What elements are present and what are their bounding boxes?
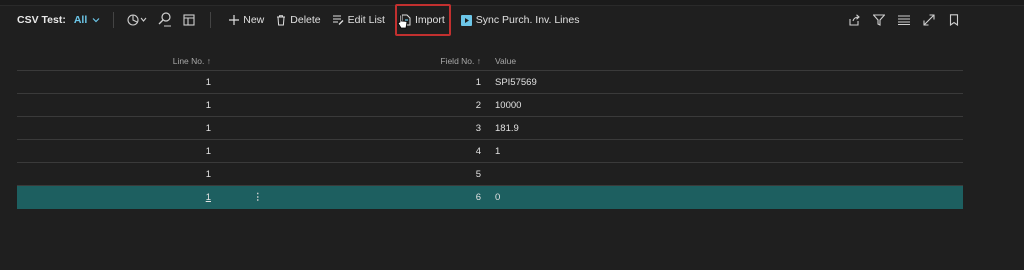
list-view-icon[interactable] bbox=[895, 11, 913, 29]
trash-icon bbox=[277, 14, 286, 25]
expand-icon[interactable] bbox=[920, 11, 938, 29]
new-button[interactable]: New bbox=[223, 9, 270, 31]
view-label: All bbox=[73, 14, 88, 26]
table-row[interactable]: 1 1 SPI57569 bbox=[17, 71, 963, 94]
cell-value: 10000 bbox=[495, 99, 522, 111]
table-row[interactable]: 1 2 10000 bbox=[17, 94, 963, 117]
plus-icon bbox=[229, 15, 240, 25]
delete-label: Delete bbox=[290, 14, 321, 26]
view-selector[interactable]: All bbox=[74, 14, 101, 26]
analysis-mode-icon[interactable] bbox=[126, 11, 150, 29]
page-title: CSV Test: bbox=[17, 14, 66, 26]
right-actions bbox=[838, 11, 963, 29]
mouse-cursor-icon bbox=[397, 14, 408, 29]
cell-value: SPI57569 bbox=[495, 76, 537, 88]
cell-field-no: 4 bbox=[475, 145, 481, 157]
delete-button[interactable]: Delete bbox=[270, 9, 326, 31]
column-line-no[interactable]: Line No. ↑ bbox=[17, 56, 211, 66]
table-row[interactable]: 1 4 1 bbox=[17, 140, 963, 163]
cell-line-no: 1 bbox=[205, 122, 211, 134]
column-field-no[interactable]: Field No. ↑ bbox=[211, 56, 481, 66]
bookmark-icon[interactable] bbox=[945, 11, 963, 29]
edit-list-icon bbox=[332, 15, 344, 25]
cell-line-no: 1 bbox=[205, 145, 211, 157]
separator bbox=[210, 12, 212, 28]
filter-icon[interactable] bbox=[870, 11, 888, 29]
separator bbox=[113, 12, 115, 28]
chevron-down-icon bbox=[92, 18, 100, 23]
sync-label: Sync Purch. Inv. Lines bbox=[475, 14, 580, 26]
sync-purch-inv-lines-button[interactable]: Sync Purch. Inv. Lines bbox=[455, 9, 586, 31]
row-actions-icon[interactable]: ⋮ bbox=[253, 192, 263, 203]
cell-value: 181.9 bbox=[495, 122, 519, 134]
new-label: New bbox=[243, 14, 265, 26]
cell-line-no: 1 bbox=[205, 76, 211, 88]
edit-list-label: Edit List bbox=[347, 14, 385, 26]
cell-line-no: 1 bbox=[205, 168, 211, 180]
import-label: Import bbox=[414, 14, 445, 26]
action-bar: CSV Test: All New Delete Edit List Impor… bbox=[17, 4, 963, 36]
share-icon[interactable] bbox=[845, 11, 863, 29]
sync-icon bbox=[460, 14, 472, 26]
cell-value: 0 bbox=[495, 191, 501, 203]
cell-line-no[interactable]: 1 bbox=[17, 192, 211, 203]
table-row[interactable]: 1 5 bbox=[17, 163, 963, 186]
cell-field-no: 5 bbox=[475, 168, 481, 180]
column-value[interactable]: Value bbox=[481, 56, 516, 66]
search-icon[interactable] bbox=[156, 11, 174, 29]
top-border bbox=[0, 0, 1024, 6]
grid-header: Line No. ↑ Field No. ↑ Value bbox=[17, 52, 963, 71]
cell-field-no: 1 bbox=[475, 76, 481, 88]
cell-field-no: 2 bbox=[475, 99, 481, 111]
layout-icon[interactable] bbox=[180, 11, 198, 29]
cell-value: 1 bbox=[495, 145, 501, 157]
cell-field-no: 6 bbox=[475, 191, 481, 203]
cell-field-no: 3 bbox=[475, 122, 481, 134]
edit-list-button[interactable]: Edit List bbox=[327, 9, 391, 31]
cell-line-no: 1 bbox=[205, 99, 211, 111]
lines-grid: Line No. ↑ Field No. ↑ Value 1 1 SPI5756… bbox=[17, 52, 963, 209]
table-row[interactable]: 1 3 181.9 bbox=[17, 117, 963, 140]
table-row-selected[interactable]: 1 ⋮ 6 0 bbox=[17, 186, 963, 209]
